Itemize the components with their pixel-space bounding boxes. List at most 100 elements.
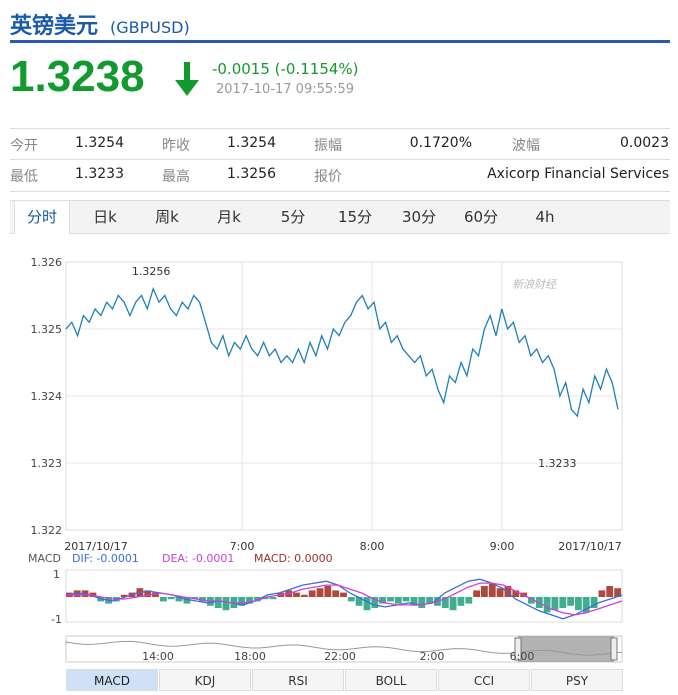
macd-bar <box>214 597 222 608</box>
tab-30min[interactable]: 30分 <box>394 201 444 233</box>
macd-legend-item: DEA: -0.0001 <box>162 552 234 565</box>
y-tick-label: 1.326 <box>31 256 63 269</box>
x-tick-label: 2017/10/17 <box>558 540 621 553</box>
macd-bar <box>473 590 480 597</box>
tab-15min[interactable]: 15分 <box>330 201 380 233</box>
stats-row: 最低 1.3233 最高 1.3256 报价 Axicorp Financial… <box>10 160 670 190</box>
price-line <box>65 286 619 418</box>
macd-bar <box>269 597 277 600</box>
title-row: 英镑美元 (GBPUSD) <box>10 8 190 39</box>
macd-bar <box>543 597 551 613</box>
x-tick-label: 9:00 <box>490 540 515 553</box>
x-tick-label: 8:00 <box>360 540 385 553</box>
tab-60min[interactable]: 60分 <box>456 201 506 233</box>
price-chart[interactable]: 1.3261.3251.3241.3231.322 新浪财经 1.32561.3… <box>0 240 678 670</box>
prev-close-value: 1.3254 <box>227 135 276 151</box>
macd-bar <box>308 590 316 597</box>
current-price: 1.3238 <box>10 52 145 101</box>
prev-close-label: 昨收 <box>162 138 190 154</box>
symbol-code: (GBPUSD) <box>110 18 190 37</box>
macd-bar <box>160 597 167 602</box>
navigator-handle-right <box>610 637 618 661</box>
low-annotation: 1.3233 <box>538 457 577 470</box>
navigator[interactable]: 14:00 18:00 22:00 2:00 6:00 <box>65 635 623 663</box>
macd-bar <box>293 592 300 597</box>
macd-panel: MACD DIF: -0.0001 DEA: -0.0001 MACD: 0.0000… <box>28 552 623 626</box>
indicator-tab-cci[interactable]: CCI <box>438 669 530 691</box>
macd-bar <box>551 597 559 611</box>
tab-5min[interactable]: 5分 <box>268 201 318 233</box>
macd-bar <box>449 597 457 611</box>
tab-intraday[interactable]: 分时 <box>14 201 70 234</box>
indicator-tab-boll[interactable]: BOLL <box>345 669 437 691</box>
macd-bar <box>402 597 410 602</box>
range-value: 0.0023 <box>620 135 669 151</box>
macd-legend-item: MACD: 0.0000 <box>254 552 333 565</box>
amplitude-value: 0.1720% <box>409 135 472 151</box>
macd-bar <box>347 597 355 602</box>
macd-bar <box>324 586 332 597</box>
indicator-tab-rsi[interactable]: RSI <box>252 669 344 691</box>
macd-legend-item: DIF: -0.0001 <box>72 552 139 565</box>
macd-bar <box>457 597 465 606</box>
macd-bar <box>316 588 324 597</box>
quote-source-label: 报价 <box>314 169 342 185</box>
macd-bar <box>575 597 582 611</box>
down-arrow-icon <box>175 62 199 96</box>
navigator-label: 2:00 <box>420 650 445 663</box>
macd-title: MACD <box>28 552 61 565</box>
macd-bar <box>418 597 426 608</box>
stats-row: 今开 1.3254 昨收 1.3254 振幅 0.1720% 波幅 0.0023 <box>10 129 670 160</box>
range-label: 波幅 <box>512 138 540 154</box>
quote-source-value: Axicorp Financial Services <box>487 166 669 182</box>
price-change: -0.0015 (-0.1154%) <box>212 60 359 78</box>
navigator-label: 14:00 <box>142 650 174 663</box>
period-tabs: 分时 日k 周k 月k 5分 15分 30分 60分 4h <box>10 200 670 234</box>
title-underline <box>10 40 670 43</box>
tab-daily[interactable]: 日k <box>80 201 130 233</box>
macd-bar <box>394 597 402 604</box>
macd-bar <box>481 586 488 597</box>
macd-bar <box>465 597 473 604</box>
quote-timestamp: 2017-10-17 09:55:59 <box>216 82 355 97</box>
low-label: 最低 <box>10 169 38 185</box>
tab-4h[interactable]: 4h <box>520 201 570 233</box>
open-label: 今开 <box>10 138 38 154</box>
high-label: 最高 <box>162 169 190 185</box>
page-title: 英镑美元 <box>10 14 99 39</box>
macd-bar <box>496 588 504 597</box>
tab-weekly[interactable]: 周k <box>142 201 192 233</box>
y-tick-label: 1.322 <box>31 524 63 537</box>
macd-bar <box>363 597 371 611</box>
macd-bar <box>222 597 230 611</box>
indicator-tab-macd[interactable]: MACD <box>66 669 158 691</box>
macd-bar <box>598 590 606 597</box>
macd-y-tick: 1 <box>53 568 60 581</box>
navigator-label: 22:00 <box>324 650 356 663</box>
indicator-tab-psy[interactable]: PSY <box>531 669 623 691</box>
indicator-tab-kdj[interactable]: KDJ <box>159 669 251 691</box>
macd-bar <box>387 597 394 602</box>
amplitude-label: 振幅 <box>314 138 342 154</box>
macd-bar <box>332 590 340 597</box>
y-tick-label: 1.324 <box>31 390 63 403</box>
open-value: 1.3254 <box>75 135 124 151</box>
macd-bar <box>340 592 347 597</box>
navigator-label: 18:00 <box>234 650 266 663</box>
watermark: 新浪财经 <box>512 278 557 291</box>
stats-table: 今开 1.3254 昨收 1.3254 振幅 0.1720% 波幅 0.0023… <box>10 128 670 192</box>
macd-bar <box>300 594 308 597</box>
macd-bar <box>559 597 567 608</box>
tab-monthly[interactable]: 月k <box>204 201 254 233</box>
macd-bar <box>167 597 175 600</box>
high-value: 1.3256 <box>227 166 276 182</box>
y-tick-label: 1.325 <box>31 323 63 336</box>
price-series: 1.32561.32332017/10/17 7:00 8:00 9:00 2017/1… <box>64 265 621 553</box>
high-annotation: 1.3256 <box>132 265 171 278</box>
macd-y-tick: -1 <box>51 613 62 626</box>
price-grid: 1.326 1.325 1.324 1.323 1.322 <box>31 256 623 537</box>
navigator-label: 6:00 <box>510 650 535 663</box>
macd-bar <box>488 583 496 597</box>
y-tick-label: 1.323 <box>31 457 63 470</box>
low-value: 1.3233 <box>75 166 124 182</box>
